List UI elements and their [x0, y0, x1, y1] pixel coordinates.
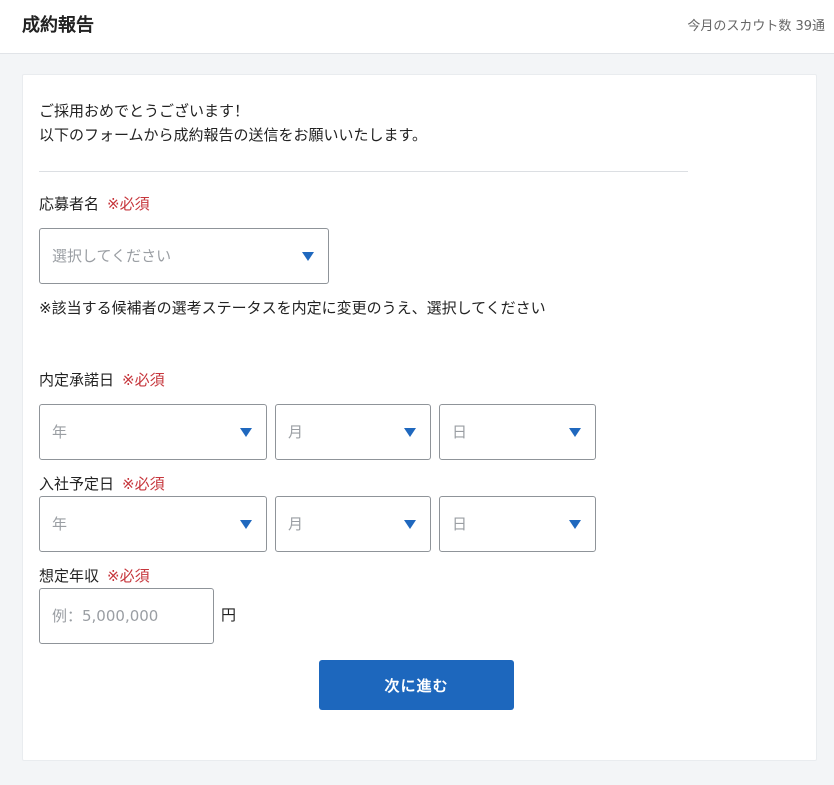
next-button[interactable]: 次に進む	[319, 660, 514, 710]
caret-down-icon	[302, 252, 314, 261]
applicant-label-text: 応募者名	[39, 195, 100, 213]
divider	[39, 171, 688, 172]
caret-down-icon	[569, 428, 581, 437]
intro-line-1: ご採用おめでとうございます！	[39, 102, 250, 120]
intro-message: ご採用おめでとうございます！ 以下のフォームから成約報告の送信をお願いいたします…	[39, 99, 689, 147]
offer-month-select[interactable]: 月	[275, 404, 431, 460]
offer-year-select[interactable]: 年	[39, 404, 267, 460]
page-header: 成約報告 今月のスカウト数 39通	[0, 0, 834, 54]
income-input[interactable]	[39, 588, 214, 644]
applicant-label: 応募者名 ※必須	[39, 194, 150, 214]
required-mark: ※必須	[107, 195, 150, 213]
page-title: 成約報告	[22, 15, 94, 36]
offer-date-label: 内定承諾日 ※必須	[39, 370, 165, 390]
income-label: 想定年収 ※必須	[39, 566, 150, 586]
join-day-placeholder: 日	[452, 515, 468, 533]
applicant-note: ※該当する候補者の選考ステータスを内定に変更のうえ、選択してください	[39, 299, 546, 317]
offer-year-placeholder: 年	[52, 423, 68, 441]
caret-down-icon	[240, 428, 252, 437]
intro-line-2: 以下のフォームから成約報告の送信をお願いいたします。	[39, 126, 428, 144]
join-year-placeholder: 年	[52, 515, 68, 533]
caret-down-icon	[404, 520, 416, 529]
caret-down-icon	[569, 520, 581, 529]
offer-month-placeholder: 月	[288, 423, 304, 441]
join-month-select[interactable]: 月	[275, 496, 431, 552]
income-label-text: 想定年収	[39, 567, 100, 585]
caret-down-icon	[404, 428, 416, 437]
offer-date-label-text: 内定承諾日	[39, 371, 115, 389]
join-day-select[interactable]: 日	[439, 496, 596, 552]
income-unit: 円	[221, 606, 237, 624]
join-date-label-text: 入社予定日	[39, 475, 115, 493]
offer-day-placeholder: 日	[452, 423, 468, 441]
offer-day-select[interactable]: 日	[439, 404, 596, 460]
required-mark: ※必須	[122, 371, 165, 389]
required-mark: ※必須	[122, 475, 165, 493]
caret-down-icon	[240, 520, 252, 529]
required-mark: ※必須	[107, 567, 150, 585]
join-month-placeholder: 月	[288, 515, 304, 533]
applicant-select-placeholder: 選択してください	[52, 247, 172, 265]
applicant-select[interactable]: 選択してください	[39, 228, 329, 284]
join-date-label: 入社予定日 ※必須	[39, 474, 165, 494]
report-form-card: ご採用おめでとうございます！ 以下のフォームから成約報告の送信をお願いいたします…	[22, 74, 817, 761]
join-year-select[interactable]: 年	[39, 496, 267, 552]
scout-count: 今月のスカウト数 39通	[687, 19, 825, 34]
